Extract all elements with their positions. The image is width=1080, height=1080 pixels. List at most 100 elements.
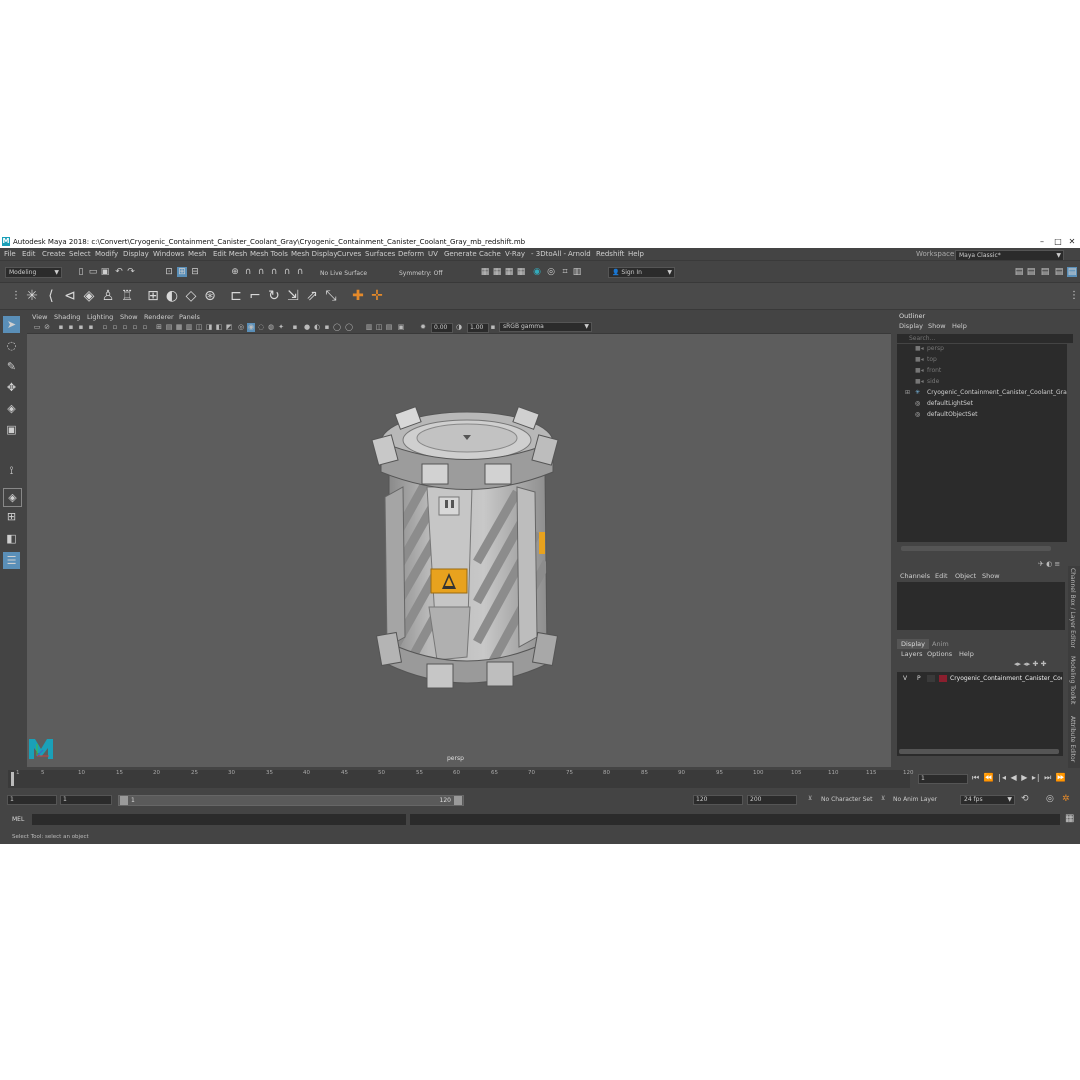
backface-culling-icon[interactable]: ◍ (267, 323, 275, 332)
animation-end-field[interactable]: 200 (747, 795, 797, 805)
view-transform-icon[interactable]: ▪ (489, 323, 497, 332)
toggle-tool-settings-icon[interactable]: ▤ (1040, 267, 1050, 277)
snap-vertex-icon[interactable]: ∩ (295, 267, 305, 277)
camera-sequencer-icon[interactable]: ▤ (385, 323, 393, 332)
menu-edit-mesh[interactable]: Edit Mesh (213, 250, 247, 258)
quick-rig-icon[interactable]: ♖ (119, 288, 135, 304)
film-gate-icon[interactable]: ▫ (121, 323, 129, 332)
animation-start-field[interactable]: 1 (7, 795, 57, 805)
fps-dropdown[interactable]: 24 fps ▼ (960, 795, 1015, 805)
expand-icon[interactable]: ⊞ (905, 388, 910, 398)
viewport-menu-lighting[interactable]: Lighting (87, 313, 113, 321)
channelbox-menu-object[interactable]: Object (955, 572, 976, 580)
select-component-icon[interactable]: ⊟ (190, 267, 200, 277)
menu-mesh[interactable]: Mesh (188, 250, 206, 258)
lasso-tool-icon[interactable]: ◌ (3, 337, 20, 354)
no-entry-icon[interactable]: ⊘ (43, 323, 51, 332)
outliner-item-persp[interactable]: ■◂ persp (897, 344, 1067, 354)
menu-windows[interactable]: Windows (153, 250, 184, 258)
gamma-icon[interactable]: ◑ (455, 323, 463, 332)
outliner-item-top[interactable]: ■◂ top (897, 355, 1067, 365)
humanik-icon[interactable]: ♙ (100, 288, 116, 304)
playback-end-field[interactable]: 120 (693, 795, 743, 805)
command-input[interactable] (32, 814, 406, 825)
cut-plane-icon[interactable]: ◫ (375, 323, 383, 332)
toggle-channel-box-icon[interactable]: ▤ (1054, 267, 1064, 277)
menu-create[interactable]: Create (42, 250, 65, 258)
ik-spline-icon[interactable]: ⊲ (62, 288, 78, 304)
current-time-indicator[interactable] (11, 772, 14, 786)
select-tool-icon[interactable]: ➤ (3, 316, 20, 333)
viewport-menu-show[interactable]: Show (120, 313, 138, 321)
render-current-icon[interactable]: ▦ (492, 267, 502, 277)
new-scene-icon[interactable]: ▯ (76, 267, 86, 277)
tab-channel-box-layer-editor[interactable]: Channel Box / Layer Editor (1069, 568, 1076, 648)
viewport-menu-view[interactable]: View (32, 313, 47, 321)
move-tool-icon[interactable]: ✥ (3, 379, 20, 396)
show-manipulator-icon[interactable]: ⟟ (3, 462, 20, 479)
snap-curve-icon[interactable]: ∩ (243, 267, 253, 277)
locator-icon[interactable]: ✚ (350, 288, 366, 304)
select-object-icon[interactable]: ⊞ (177, 267, 187, 277)
textured-icon[interactable]: ▥ (185, 323, 193, 332)
animation-preferences-icon[interactable]: ✲ (1062, 794, 1070, 804)
time-slider-track[interactable]: 1 5 10 15 20 25 30 35 40 45 50 55 60 65 … (8, 770, 914, 788)
bounding-box-icon[interactable]: ◐ (313, 323, 321, 332)
xray-joints-icon[interactable]: ◌ (257, 323, 265, 332)
outliner-item-front[interactable]: ■◂ front (897, 366, 1067, 376)
outliner-item-default-light-set[interactable]: ◎ defaultLightSet (897, 399, 1067, 409)
mode-dropdown[interactable]: Modeling ▼ (5, 267, 62, 278)
script-editor-icon[interactable]: ▦ (1065, 813, 1074, 824)
redo-icon[interactable]: ↷ (126, 267, 136, 277)
shelf-menu-icon[interactable]: ⋮ (1066, 288, 1080, 304)
range-slider-bar[interactable]: 1 120 (118, 795, 464, 806)
toggle-outliner-icon[interactable]: ▤ (1067, 267, 1077, 277)
menu-uv[interactable]: UV (428, 250, 438, 258)
layer-display-type[interactable] (927, 675, 935, 682)
bookmark-icon[interactable]: ▪ (67, 323, 75, 332)
perspective-viewport[interactable]: View Shading Lighting Show Renderer Pane… (27, 312, 891, 767)
isolate-select-icon[interactable]: ◎ (237, 323, 245, 332)
layers-menu-help[interactable]: Help (959, 650, 974, 658)
wrap-deformer-icon[interactable]: ⊛ (202, 288, 218, 304)
menu-arnold[interactable]: Arnold (568, 250, 591, 258)
scale-constraint-icon[interactable]: ⇲ (285, 288, 301, 304)
sphere-icon[interactable]: ● (303, 323, 311, 332)
canister-model[interactable] (367, 402, 567, 702)
character-set-label[interactable]: No Character Set (821, 796, 872, 803)
parent-constraint-icon[interactable]: ⊏ (228, 288, 244, 304)
light-icon[interactable]: ✦ (277, 323, 285, 332)
camera-attributes-icon[interactable]: ▪ (57, 323, 65, 332)
layer-order-icons[interactable]: ◂▸ ◂▸ ✚ ✚ (1014, 660, 1046, 668)
redshift-render-icon[interactable]: ⌗ (560, 267, 570, 277)
exposure-icon[interactable]: ✹ (419, 323, 427, 332)
playback-controls[interactable]: ⏮ ⏪ |◂ ◀ ▶ ▸| ⏭ ⏩ (972, 773, 1067, 783)
menu-file[interactable]: File (4, 250, 16, 258)
exposure-field[interactable]: 0.00 (431, 323, 453, 333)
playback-start-field[interactable]: 1 (60, 795, 112, 805)
color-management-icon[interactable]: ▣ (397, 323, 405, 332)
channelbox-menu-show[interactable]: Show (982, 572, 1000, 580)
wireframe-on-shaded-icon[interactable]: ▦ (175, 323, 183, 332)
color-space-dropdown[interactable]: sRGB gamma ▼ (499, 322, 592, 332)
channelbox-menu-edit[interactable]: Edit (935, 572, 948, 580)
anim-layer-label[interactable]: No Anim Layer (893, 796, 937, 803)
use-all-lights-icon[interactable]: ◫ (195, 323, 203, 332)
channel-box-settings-icon[interactable]: ✈ ◐ ≡ (1038, 560, 1060, 568)
outliner-item-canister[interactable]: ⊞ ✳ Cryogenic_Containment_Canister_Coola… (897, 388, 1067, 398)
menu-display[interactable]: Display (123, 250, 149, 258)
channelbox-menu-channels[interactable]: Channels (900, 572, 930, 580)
smooth-bind-icon[interactable]: ◈ (81, 288, 97, 304)
viewport-menu-panels[interactable]: Panels (179, 313, 200, 321)
blend-shape-icon[interactable]: ◇ (183, 288, 199, 304)
xray-icon[interactable]: ◉ (247, 323, 255, 332)
tab-modeling-toolkit[interactable]: Modeling Toolkit (1069, 656, 1076, 704)
single-perspective-layout-icon[interactable]: ◈ (3, 488, 22, 507)
menu-vray[interactable]: V-Ray (505, 250, 525, 258)
aim-constraint-icon[interactable]: ⇗ (304, 288, 320, 304)
image-plane-icon[interactable]: ▪ (77, 323, 85, 332)
render-settings-icon[interactable]: ▦ (516, 267, 526, 277)
tab-attribute-editor[interactable]: Attribute Editor (1069, 716, 1076, 762)
menu-help[interactable]: Help (628, 250, 644, 258)
open-scene-icon[interactable]: ▭ (88, 267, 98, 277)
